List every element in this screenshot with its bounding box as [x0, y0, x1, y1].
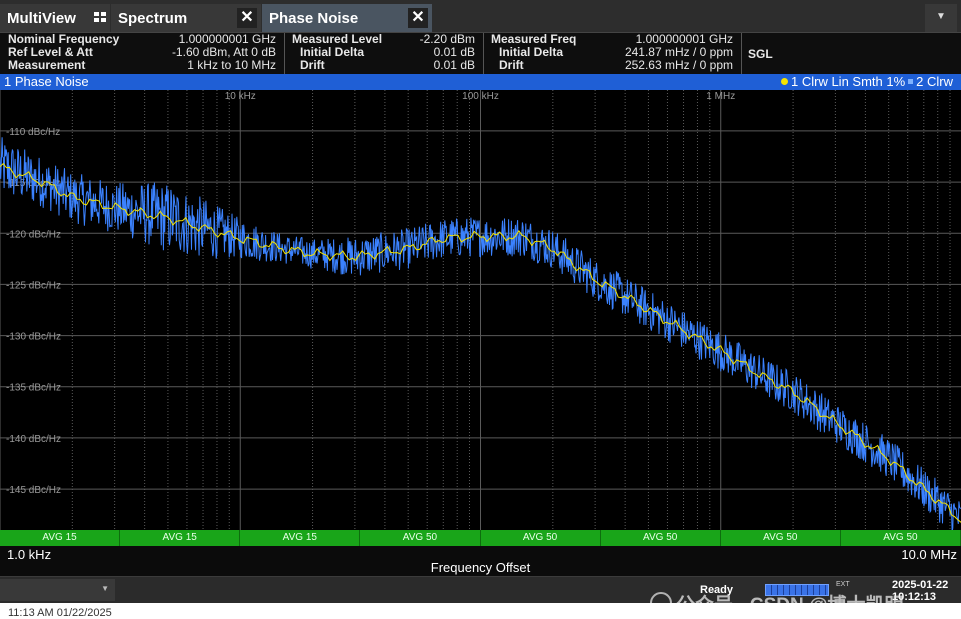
measurement-info-panel: Nominal Frequency 1.000000001 GHz Ref Lev…	[0, 33, 961, 74]
measurement-range-value: 1 kHz to 10 MHz	[187, 58, 276, 72]
avg-count-cell: AVG 50	[721, 530, 841, 546]
y-tick-label: -135 dBc/Hz	[6, 383, 61, 394]
watermark-text: 公众号 · CSDN @博士凯明	[676, 595, 904, 603]
phase-noise-chart: -110 dBc/Hz-115 dBc/Hz-120 dBc/Hz-125 dB…	[0, 90, 961, 530]
phase-noise-plot[interactable]: -110 dBc/Hz -115 dBc/Hz -120 dBc/Hz -125 dB…	[0, 90, 961, 530]
screenshot-caption: 11:13 AM 01/22/2025	[8, 607, 112, 619]
avg-count-cell: AVG 50	[360, 530, 481, 546]
y-tick-label: -130 dBc/Hz	[6, 332, 61, 343]
chevron-down-icon: ▼	[101, 584, 109, 593]
x-tick-label: 1 MHz	[706, 91, 735, 102]
y-tick-label: -110 dBc/Hz	[6, 127, 60, 138]
tab-spectrum-label: Spectrum	[118, 9, 188, 27]
sweep-mode-indicator: SGL	[748, 47, 773, 61]
ext-reference-indicator: EXT	[836, 581, 850, 588]
tab-multiview-label: MultiView	[7, 9, 76, 27]
avg-count-cell: AVG 50	[481, 530, 601, 546]
trace-legend[interactable]: 1 Clrw Lin Smth 1% 2 Clrw	[781, 74, 953, 90]
avg-count-cell: AVG 15	[0, 530, 121, 546]
average-count-bar: AVG 15 AVG 15 AVG 15 AVG 50 AVG 50 AVG 50 AVG …	[0, 530, 961, 546]
x-axis-title: Frequency Offset	[430, 560, 531, 575]
trace1-legend: 1 Clrw Lin Smth 1%	[791, 74, 906, 89]
freq-drift-label: Drift	[499, 58, 524, 72]
x-axis-footer: 1.0 kHz 10.0 MHz Frequency Offset	[0, 546, 961, 576]
tab-multiview[interactable]: MultiView	[0, 4, 110, 32]
watermark: 公众号 · CSDN @博士凯明	[650, 590, 904, 603]
avg-count-cell: AVG 15	[120, 530, 241, 546]
trace-header: 1 Phase Noise 1 Clrw Lin Smth 1% 2 Clrw	[0, 74, 961, 90]
measurement-range-label: Measurement	[8, 58, 86, 72]
level-drift-value: 0.01 dB	[433, 58, 475, 72]
tab-spectrum[interactable]: Spectrum ✕	[111, 4, 261, 32]
y-tick-label: -140 dBc/Hz	[6, 434, 61, 445]
trace-title: 1 Phase Noise	[4, 74, 89, 89]
tab-phase-noise-label: Phase Noise	[269, 9, 359, 27]
close-icon[interactable]: ✕	[408, 8, 428, 28]
y-tick-label: -145 dBc/Hz	[6, 485, 61, 496]
x-tick-label: 10 kHz	[225, 91, 256, 102]
chevron-down-icon[interactable]: ▼	[925, 4, 957, 32]
status-dropdown[interactable]: ▼	[0, 579, 115, 601]
multiview-grid-icon[interactable]	[94, 12, 106, 22]
x-tick-label: 100 kHz	[462, 91, 499, 102]
close-icon[interactable]: ✕	[237, 8, 257, 28]
avg-count-cell: AVG 50	[601, 530, 721, 546]
tick-labels: -110 dBc/Hz-115 dBc/Hz-120 dBc/Hz-125 dB…	[6, 91, 735, 496]
y-tick-label: -120 dBc/Hz	[6, 229, 61, 240]
info-column-level: Measured Level -2.20 dBm Initial Delta 0.0…	[284, 33, 484, 74]
tab-bar: MultiView Spectrum ✕ Phase Noise ✕ ▼	[0, 0, 961, 33]
y-tick-label: -125 dBc/Hz	[6, 280, 61, 291]
trace2-square-icon	[908, 79, 914, 84]
trace1-dot-icon	[781, 78, 788, 85]
tab-phase-noise[interactable]: Phase Noise ✕	[262, 4, 432, 32]
freq-drift-value: 252.63 mHz / 0 ppm	[624, 58, 733, 72]
phase-noise-analyzer-window: MultiView Spectrum ✕ Phase Noise ✕ ▼ Nom…	[0, 0, 961, 603]
info-column-frequency: Measured Freq 1.000000001 GHz Initial Del…	[483, 33, 742, 74]
avg-count-cell: AVG 50	[841, 530, 961, 546]
avg-count-cell: AVG 15	[240, 530, 361, 546]
info-column-settings: Nominal Frequency 1.000000001 GHz Ref Lev…	[0, 33, 285, 74]
level-drift-label: Drift	[300, 58, 325, 72]
trace2-legend: 2 Clrw	[916, 74, 953, 89]
wechat-icon	[650, 592, 672, 603]
grid	[0, 90, 961, 530]
